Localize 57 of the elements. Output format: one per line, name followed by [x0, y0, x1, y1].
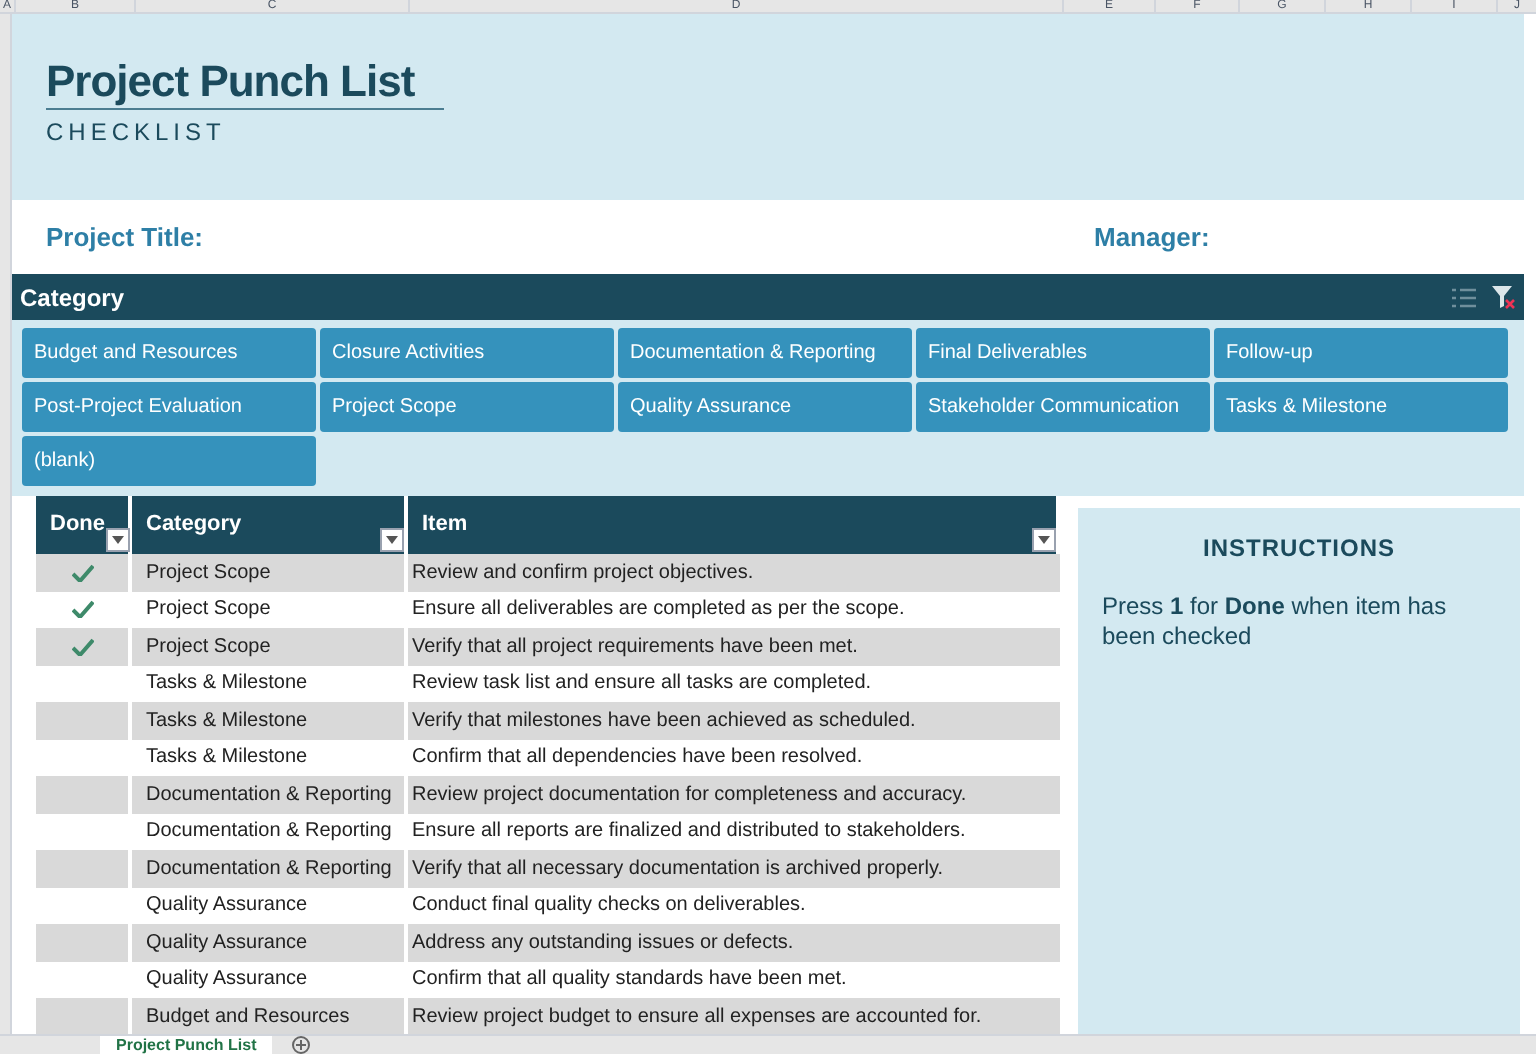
table-cell-text: Documentation & Reporting: [146, 855, 392, 884]
slicer-item[interactable]: Tasks & Milestone: [1214, 382, 1508, 432]
slicer-item[interactable]: Follow-up: [1214, 328, 1508, 378]
table-cell-text: Project Scope: [146, 633, 271, 662]
field-label: Manager:: [1094, 219, 1210, 256]
sheet-tab[interactable]: Project Punch List: [100, 1036, 273, 1054]
table-cell-text: Project Scope: [146, 596, 271, 625]
heading-text: Category: [146, 509, 242, 540]
table-cell-text: Address any outstanding issues or defects.: [412, 929, 794, 958]
heading-text: Item: [422, 509, 468, 540]
table-cell-text: Confirm that all dependencies have been resolved.: [412, 744, 863, 773]
table-cell-text: Review project budget to ensure all expenses are accounted for.: [412, 1003, 982, 1032]
filter-dropdown-button[interactable]: [105, 528, 129, 552]
table-cell-text: Quality Assurance: [146, 929, 308, 958]
table-cell-text: Tasks & Milestone: [146, 670, 308, 699]
table-cell-text: Tasks & Milestone: [146, 744, 308, 773]
slicer-title: Category: [20, 281, 127, 315]
caret-icon: [386, 536, 398, 544]
table-cell-text: Ensure all deliverables are completed as per the scope.: [412, 596, 905, 625]
page-subtitle: CHECKLIST: [46, 116, 226, 150]
table-cell-text: Documentation & Reporting: [146, 781, 392, 810]
slicer-item[interactable]: Closure Activities: [320, 328, 614, 378]
table-cell-text: Conduct final quality checks on deliverables.: [412, 892, 806, 921]
table-cell-text: Documentation & Reporting: [146, 818, 392, 847]
page-title: Project Punch List: [46, 56, 444, 110]
table-cell-text: Budget and Resources: [146, 1003, 350, 1032]
slicer-item[interactable]: Post-Project Evaluation: [22, 382, 316, 432]
caret-icon: [111, 536, 123, 544]
filter-dropdown-button[interactable]: [380, 528, 404, 552]
add-sheet-icon[interactable]: [292, 1036, 311, 1054]
table-cell-text: Review and confirm project objectives.: [412, 559, 754, 588]
table-cell-text: Verify that all necessary documentation is archived properly.: [412, 855, 944, 884]
table-cell-text: Quality Assurance: [146, 966, 308, 995]
field-label: Project Title:: [46, 219, 206, 256]
slicer-item[interactable]: Project Scope: [320, 382, 614, 432]
slicer-item[interactable]: Final Deliverables: [916, 328, 1210, 378]
multi-select-icon[interactable]: [1452, 287, 1476, 307]
instructions-title: INSTRUCTIONS: [1203, 532, 1395, 566]
table-cell-text: Review task list and ensure all tasks are completed.: [412, 670, 872, 699]
table-cell-text: Project Scope: [146, 559, 271, 588]
slicer-item[interactable]: Quality Assurance: [618, 382, 912, 432]
table-cell-text: Ensure all reports are finalized and distributed to stakeholders.: [412, 818, 966, 847]
table-cell-text: Review project documentation for completeness and accuracy.: [412, 781, 967, 810]
table-cell-text: Tasks & Milestone: [146, 707, 308, 736]
heading-text: Done: [50, 509, 105, 540]
filter-dropdown-button[interactable]: [1032, 528, 1056, 552]
caret-icon: [1038, 536, 1050, 544]
table-cell-text: Quality Assurance: [146, 892, 308, 921]
table-cell-text: Verify that all project requirements have been met.: [412, 633, 858, 662]
slicer-item[interactable]: Budget and Resources: [22, 328, 316, 378]
slicer-item[interactable]: Stakeholder Communication: [916, 382, 1210, 432]
slicer-item[interactable]: Documentation & Reporting: [618, 328, 912, 378]
table-cell-text: Verify that milestones have been achieved as scheduled.: [412, 707, 916, 736]
instructions-text: Press 1 for Done when item has been checked: [1102, 592, 1449, 652]
clear-filter-icon[interactable]: [1492, 285, 1516, 309]
slicer-item[interactable]: (blank): [22, 436, 316, 486]
table-cell-text: Confirm that all quality standards have been met.: [412, 966, 847, 995]
